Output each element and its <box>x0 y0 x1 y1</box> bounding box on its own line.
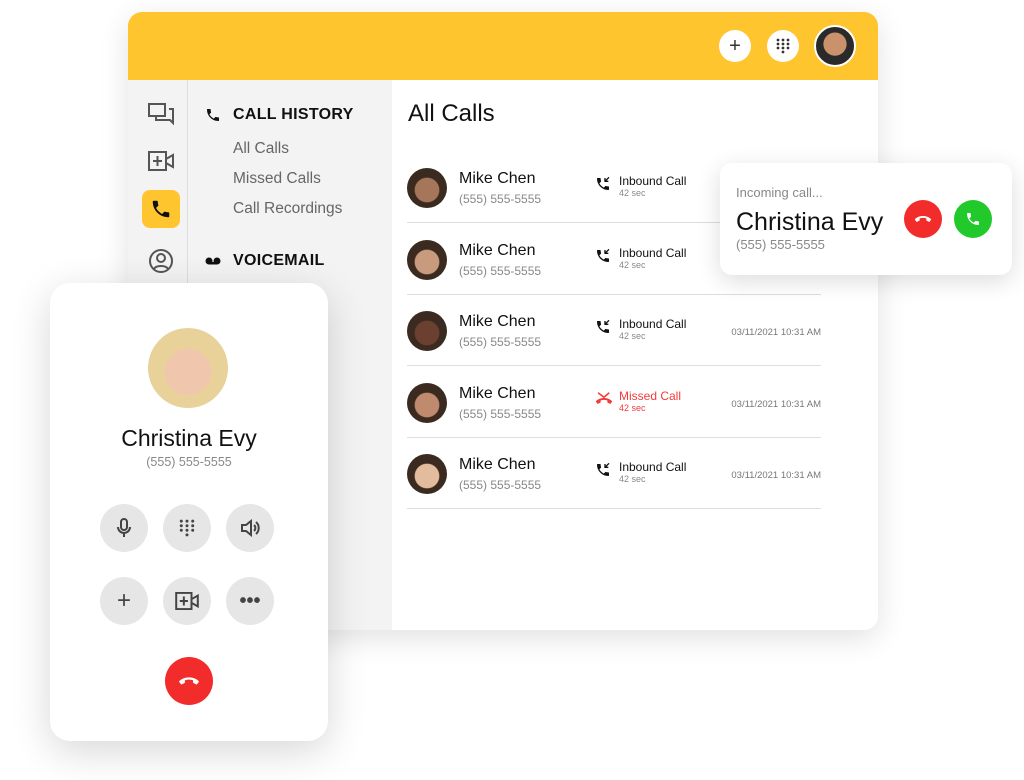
add-call-button[interactable]: + <box>100 577 148 625</box>
phone-call-card: Christina Evy (555) 555-5555 + ••• <box>50 283 328 741</box>
caller-avatar <box>148 328 228 408</box>
mute-button[interactable] <box>100 504 148 552</box>
contact-icon[interactable] <box>142 242 180 280</box>
call-row[interactable]: Mike Chen (555) 555-5555 Inbound Call 42… <box>407 295 821 366</box>
chat-icon[interactable] <box>142 96 180 134</box>
voicemail-label: VOICEMAIL <box>233 252 325 269</box>
call-type: Inbound Call <box>619 317 687 331</box>
nav-all-calls[interactable]: All Calls <box>233 140 289 158</box>
inbound-call-icon <box>597 462 610 476</box>
plus-icon: + <box>116 587 131 614</box>
header: + <box>128 12 878 80</box>
call-type: Missed Call <box>619 388 682 403</box>
voicemail-icon <box>205 257 221 265</box>
contact-name: Mike Chen <box>459 170 536 187</box>
contact-avatar <box>407 454 447 494</box>
caller-phone: (555) 555-5555 <box>146 455 232 469</box>
inbound-call-icon <box>597 176 610 190</box>
more-button[interactable]: ••• <box>226 577 274 625</box>
contact-phone: (555) 555-5555 <box>459 478 542 492</box>
contact-name: Mike Chen <box>459 456 536 473</box>
call-duration: 42 sec <box>619 474 646 484</box>
phone-icon[interactable] <box>142 190 180 228</box>
call-date: 03/11/2021 10:31 AM <box>731 470 821 481</box>
decline-button[interactable] <box>904 200 942 238</box>
call-row[interactable]: Mike Chen (555) 555-5555 Inbound Call 42… <box>407 438 821 509</box>
dialpad-icon <box>776 38 790 54</box>
call-duration: 42 sec <box>619 259 646 270</box>
call-date: 03/11/2021 10:31 AM <box>731 398 821 410</box>
plus-icon: + <box>729 34 741 57</box>
missed-call-icon <box>595 391 613 404</box>
accept-button[interactable] <box>954 200 992 238</box>
inbound-call-icon <box>597 248 610 262</box>
user-avatar[interactable] <box>814 25 856 67</box>
contact-avatar <box>407 311 447 351</box>
call-history-header[interactable]: CALL HISTORY <box>205 106 354 124</box>
call-history-label: CALL HISTORY <box>233 106 354 123</box>
incoming-call-card: Incoming call... Christina Evy (555) 555… <box>720 163 1012 275</box>
call-date: 03/11/2021 10:31 AM <box>731 327 821 338</box>
end-call-button[interactable] <box>165 657 213 705</box>
call-type: Inbound Call <box>619 245 687 260</box>
phone-icon <box>207 109 219 121</box>
voicemail-header[interactable]: VOICEMAIL <box>205 252 325 270</box>
call-duration: 42 sec <box>619 402 646 413</box>
contact-phone: (555) 555-5555 <box>459 192 542 206</box>
call-type: Inbound Call <box>619 460 687 474</box>
speaker-button[interactable] <box>226 504 274 552</box>
video-add-icon[interactable] <box>142 142 180 180</box>
dialpad-icon <box>179 519 195 537</box>
call-duration: 42 sec <box>619 331 646 341</box>
more-icon: ••• <box>239 589 261 612</box>
caller-phone: (555) 555-5555 <box>736 237 825 252</box>
caller-name: Christina Evy <box>736 208 884 236</box>
contact-avatar <box>407 239 447 280</box>
contact-name: Mike Chen <box>459 241 536 259</box>
video-add-icon <box>175 592 199 610</box>
call-duration: 42 sec <box>619 188 646 198</box>
hang-up-icon <box>914 216 932 222</box>
phone-icon <box>967 213 979 225</box>
add-button[interactable]: + <box>719 30 751 62</box>
call-type: Inbound Call <box>619 174 687 188</box>
contact-avatar <box>407 382 447 423</box>
inbound-call-icon <box>597 319 610 333</box>
contact-avatar <box>407 168 447 208</box>
video-button[interactable] <box>163 577 211 625</box>
hang-up-icon <box>178 677 200 685</box>
contact-phone: (555) 555-5555 <box>459 406 542 421</box>
page-title: All Calls <box>408 100 495 127</box>
contact-name: Mike Chen <box>459 384 536 402</box>
keypad-button[interactable] <box>163 504 211 552</box>
contact-name: Mike Chen <box>459 313 536 330</box>
contact-phone: (555) 555-5555 <box>459 263 542 278</box>
contact-phone: (555) 555-5555 <box>459 335 542 349</box>
speaker-icon <box>241 519 260 537</box>
dialpad-button[interactable] <box>767 30 799 62</box>
incoming-label: Incoming call... <box>736 185 823 200</box>
microphone-icon <box>117 518 131 537</box>
call-row[interactable]: Mike Chen (555) 555-5555 Missed Call 42 … <box>407 367 821 438</box>
caller-name: Christina Evy <box>121 425 257 451</box>
nav-call-recordings[interactable]: Call Recordings <box>233 200 342 218</box>
nav-missed-calls[interactable]: Missed Calls <box>233 170 321 188</box>
